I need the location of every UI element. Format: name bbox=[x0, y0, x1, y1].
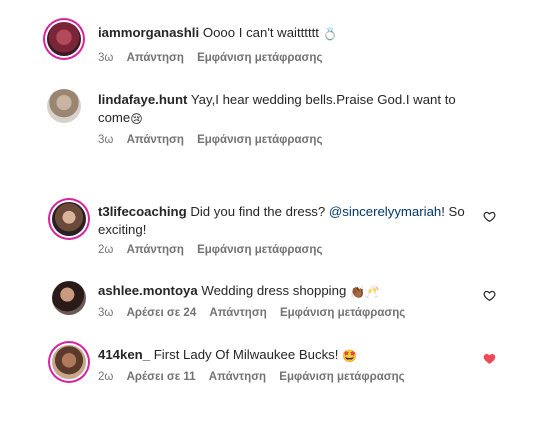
see-translation-button[interactable]: Εμφάνιση μετάφρασης bbox=[279, 371, 404, 383]
crying-face-emoji: 😢 bbox=[130, 112, 143, 126]
see-translation-button[interactable]: Εμφάνιση μετάφρασης bbox=[197, 244, 322, 256]
reply-button[interactable]: Απάντηση bbox=[209, 307, 266, 319]
comment-time[interactable]: 2ω bbox=[98, 371, 113, 383]
mention-link[interactable]: @sincerelyymariah bbox=[329, 204, 441, 219]
comment-username[interactable]: 414ken_ bbox=[98, 347, 150, 362]
star-struck-emoji: 🤩 bbox=[342, 349, 358, 363]
like-heart-icon[interactable] bbox=[483, 289, 496, 302]
comment-username[interactable]: ashlee.montoya bbox=[98, 283, 198, 298]
comment-time[interactable]: 2ω bbox=[98, 244, 113, 256]
comment-item: iammorganashli Oooo I can't waitttttt 💍 … bbox=[0, 20, 548, 75]
comment-time[interactable]: 3ω bbox=[98, 52, 113, 64]
comment-item: lindafaye.hunt Yay,I hear wedding bells.… bbox=[0, 89, 548, 159]
comment-text-part: Did you find the dress? bbox=[190, 204, 326, 219]
likes-count[interactable]: Αρέσει σε 11 bbox=[127, 371, 196, 383]
comment-username[interactable]: lindafaye.hunt bbox=[98, 92, 187, 107]
see-translation-button[interactable]: Εμφάνιση μετάφρασης bbox=[280, 307, 405, 319]
avatar[interactable] bbox=[47, 22, 81, 56]
ring-emoji: 💍 bbox=[322, 27, 338, 41]
comment-time[interactable]: 3ω bbox=[98, 134, 113, 146]
liked-heart-icon[interactable] bbox=[483, 352, 496, 365]
likes-count[interactable]: Αρέσει σε 24 bbox=[127, 307, 197, 319]
see-translation-button[interactable]: Εμφάνιση μετάφρασης bbox=[197, 134, 322, 146]
see-translation-button[interactable]: Εμφάνιση μετάφρασης bbox=[197, 52, 322, 64]
clap-cheers-emoji: 👏🏾🥂 bbox=[349, 285, 380, 299]
avatar[interactable] bbox=[52, 345, 86, 379]
comment-time[interactable]: 3ω bbox=[98, 307, 113, 319]
like-heart-icon[interactable] bbox=[483, 210, 496, 223]
reply-button[interactable]: Απάντηση bbox=[209, 371, 266, 383]
comment-username[interactable]: t3lifecoaching bbox=[98, 204, 187, 219]
comment-username[interactable]: iammorganashli bbox=[98, 25, 199, 40]
avatar[interactable] bbox=[52, 281, 86, 315]
comment-item: 414ken_ First Lady Of Milwaukee Bucks! 🤩… bbox=[0, 342, 548, 392]
comment-text: Wedding dress shopping bbox=[201, 283, 347, 298]
reply-button[interactable]: Απάντηση bbox=[127, 52, 184, 64]
avatar[interactable] bbox=[47, 89, 81, 123]
comment-item: t3lifecoaching Did you find the dress? @… bbox=[0, 199, 548, 261]
avatar[interactable] bbox=[52, 202, 86, 236]
comment-text: First Lady Of Milwaukee Bucks! bbox=[153, 347, 339, 362]
comment-item: ashlee.montoya Wedding dress shopping 👏🏾… bbox=[0, 278, 548, 328]
reply-button[interactable]: Απάντηση bbox=[127, 134, 184, 146]
comment-text: Oooo I can't waitttttt bbox=[202, 25, 319, 40]
reply-button[interactable]: Απάντηση bbox=[127, 244, 184, 256]
